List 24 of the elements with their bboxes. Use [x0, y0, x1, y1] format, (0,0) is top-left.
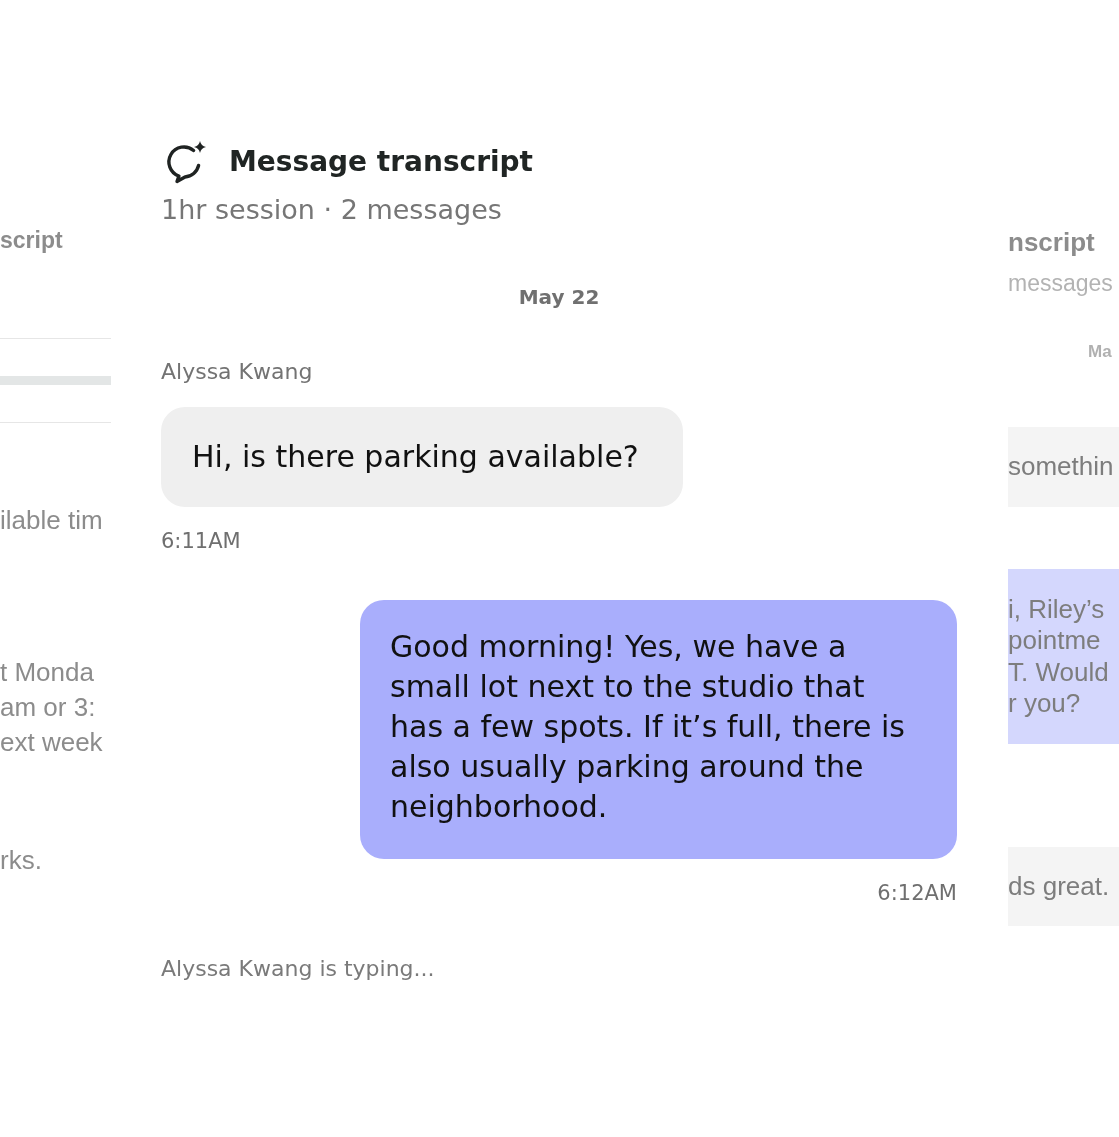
- card-title: script: [0, 226, 63, 255]
- message-text: rks.: [0, 844, 42, 877]
- message-time: 6:12AM: [877, 880, 957, 907]
- message-text: T. Would: [1008, 656, 1109, 688]
- message-bubble: Good morning! Yes, we have a small lot next to the studio that has a few spots. If it’s full, there is also usually parking around the neighborhood.: [360, 600, 957, 859]
- message-text: t Monda: [0, 656, 94, 689]
- date-label: Ma: [1088, 341, 1112, 363]
- card-title: nscript: [1008, 227, 1095, 257]
- message-time: 6:11AM: [161, 528, 241, 555]
- message-text: am or 3:: [0, 691, 96, 724]
- message-text: ext week: [0, 726, 103, 759]
- typing-indicator: Alyssa Kwang is typing...: [161, 955, 435, 983]
- session-summary: 1hr session · 2 messages: [161, 194, 502, 226]
- message-text: pointme: [1008, 625, 1101, 657]
- message-text: i, Riley’s: [1008, 593, 1105, 625]
- sender-name: Alyssa Kwang: [161, 358, 313, 386]
- message-text: r you?: [1008, 688, 1081, 720]
- message-text: somethin: [1008, 451, 1114, 483]
- message-text: ds great.: [1008, 870, 1110, 902]
- message-bubble: Hi, is there parking available?: [161, 407, 683, 507]
- transcript-title: Message transcript: [229, 144, 533, 180]
- card-subtitle: messages: [1008, 270, 1113, 296]
- date-label: May 22: [518, 284, 600, 311]
- message-text: ilable tim: [0, 504, 103, 537]
